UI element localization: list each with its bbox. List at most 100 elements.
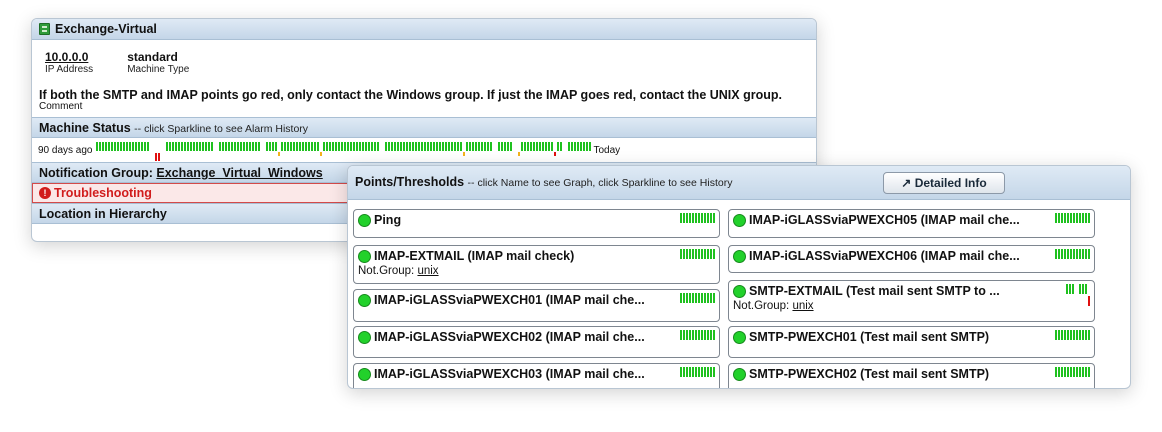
detailed-info-label: Detailed Info [914,176,987,190]
sparkline-tick [462,152,465,156]
sparkline-tick [328,142,331,151]
sparkline-tick [483,142,486,151]
machine-status-sparkline[interactable] [95,140,591,161]
sparkline-tick [474,142,477,151]
point-name[interactable]: IMAP-iGLASSviaPWEXCH02 (IMAP mail che... [374,330,645,344]
point-sparkline[interactable] [1055,213,1090,235]
sparkline-tick [698,213,700,223]
point-name[interactable]: Ping [374,213,401,227]
sparkline-tick [289,142,292,151]
sparkline-tick [713,367,715,377]
sparkline-tick [556,142,559,151]
point-sparkline[interactable] [680,293,715,315]
point-item[interactable]: Ping [353,209,720,238]
sparkline-tick [343,142,346,151]
status-ok-icon [358,249,371,263]
sparkline-tick [125,142,128,151]
detailed-info-button[interactable]: ↗ Detailed Info [883,172,1005,194]
point-sparkline[interactable] [680,249,715,271]
sparkline-tick [1088,330,1090,340]
sparkline-tick [692,213,694,223]
point-item[interactable]: IMAP-iGLASSviaPWEXCH01 (IMAP mail che... [353,289,720,322]
sparkline-tick [1058,330,1060,340]
sparkline-tick [576,142,579,151]
sparkline-tick [683,293,685,303]
machine-status-hint: -- click Sparkline to see Alarm History [134,123,309,135]
sparkline-tick [1061,330,1063,340]
point-name[interactable]: IMAP-iGLASSviaPWEXCH05 (IMAP mail che... [749,213,1020,227]
sparkline-tick [271,142,274,151]
sparkline-tick [210,142,213,151]
sparkline-tick [704,293,706,303]
sparkline-tick [221,142,224,151]
point-sparkline[interactable] [1055,249,1090,271]
sparkline-tick [1073,249,1075,259]
point-sparkline[interactable] [680,213,715,235]
sparkline-tick [686,213,688,223]
sparkline-tick [165,142,168,151]
notification-group-label: Not.Group: [733,300,790,312]
machine-type-field: standard Machine Type [127,50,189,75]
status-start-label: 90 days ago [38,144,93,156]
sparkline-tick [704,330,706,340]
point-item[interactable]: SMTP-EXTMAIL (Test mail sent SMTP to ...… [728,280,1095,322]
point-item[interactable]: IMAP-EXTMAIL (IMAP mail check) Not.Group… [353,245,720,284]
sparkline-tick [1085,284,1087,294]
sparkline-tick [701,330,703,340]
sparkline-tick [405,142,408,151]
point-name[interactable]: IMAP-iGLASSviaPWEXCH06 (IMAP mail che... [749,249,1020,263]
sparkline-tick [689,367,691,377]
point-sparkline[interactable] [1066,284,1090,306]
sparkline-tick [367,142,370,151]
sparkline-tick [698,249,700,259]
point-item[interactable]: IMAP-iGLASSviaPWEXCH02 (IMAP mail che... [353,326,720,358]
sparkline-tick [683,213,685,223]
sparkline-tick [713,293,715,303]
sparkline-tick [513,142,517,151]
point-item[interactable]: IMAP-iGLASSviaPWEXCH05 (IMAP mail che... [728,209,1095,238]
sparkline-tick [509,142,512,151]
point-item[interactable]: IMAP-iGLASSviaPWEXCH06 (IMAP mail che... [728,245,1095,273]
point-sparkline[interactable] [680,367,715,388]
sparkline-tick [493,142,497,151]
ip-address-value[interactable]: 10.0.0.0 [45,50,93,64]
point-name[interactable]: IMAP-EXTMAIL (IMAP mail check) [374,249,574,263]
notification-group-link[interactable]: unix [417,265,438,277]
sparkline-tick [707,293,709,303]
sparkline-tick [134,142,137,151]
point-name[interactable]: IMAP-iGLASSviaPWEXCH01 (IMAP mail che... [374,293,645,307]
sparkline-tick [331,142,334,151]
sparkline-tick [520,142,523,151]
sparkline-tick [683,330,685,340]
status-ok-icon [733,213,746,227]
sparkline-tick [98,142,101,151]
point-sparkline[interactable] [1055,367,1090,388]
point-item[interactable]: IMAP-iGLASSviaPWEXCH03 (IMAP mail che... [353,363,720,388]
point-sparkline[interactable] [1055,330,1090,352]
point-item[interactable]: SMTP-PWEXCH02 (Test mail sent SMTP) [728,363,1095,388]
sparkline-tick [695,213,697,223]
point-item[interactable]: SMTP-PWEXCH01 (Test mail sent SMTP) [728,326,1095,358]
point-sparkline[interactable] [680,330,715,352]
sparkline-tick [1073,367,1075,377]
sparkline-tick [307,142,310,151]
sparkline-tick [337,142,340,151]
sparkline-tick [1079,249,1081,259]
sparkline-tick [517,152,520,156]
point-name[interactable]: IMAP-iGLASSviaPWEXCH03 (IMAP mail che... [374,367,645,381]
sparkline-tick [680,293,682,303]
notification-group-link[interactable]: Exchange_Virtual_Windows [156,166,322,180]
point-name[interactable]: SMTP-EXTMAIL (Test mail sent SMTP to ... [749,284,1000,298]
sparkline-tick [180,142,183,151]
sparkline-tick [245,142,248,151]
status-ok-icon [358,293,371,307]
sparkline-tick [186,142,189,151]
point-name[interactable]: SMTP-PWEXCH02 (Test mail sent SMTP) [749,367,989,381]
sparkline-tick [559,142,562,151]
sparkline-tick [192,142,195,151]
notification-group-link[interactable]: unix [792,300,813,312]
sparkline-tick [713,213,715,223]
sparkline-tick [698,293,700,303]
point-name[interactable]: SMTP-PWEXCH01 (Test mail sent SMTP) [749,330,989,344]
sparkline-tick [486,142,489,151]
